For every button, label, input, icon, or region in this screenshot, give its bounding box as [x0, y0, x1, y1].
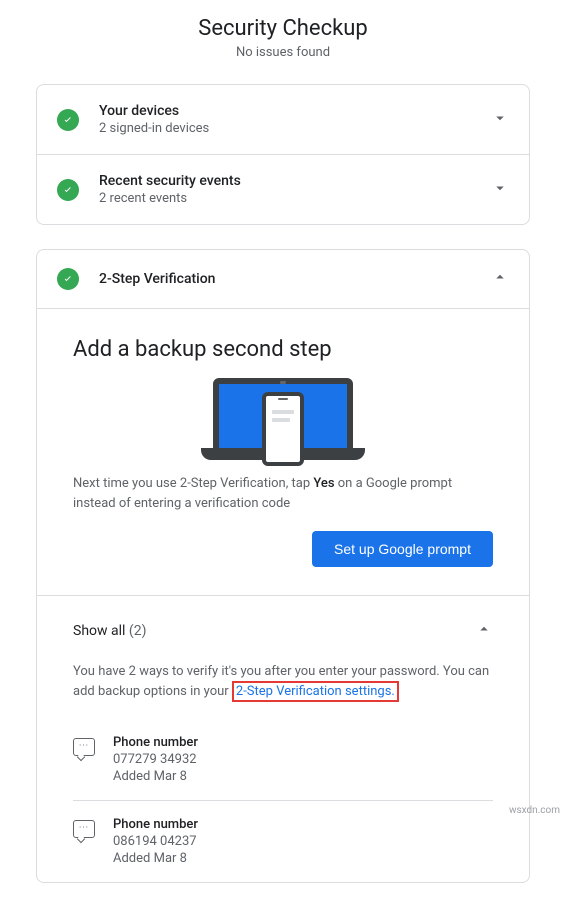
backup-description: Next time you use 2-Step Verification, t…: [73, 474, 493, 531]
two-step-header-row[interactable]: 2-Step Verification: [37, 250, 529, 309]
chevron-up-icon: [491, 268, 509, 290]
summary-card: Your devices 2 signed-in devices Recent …: [36, 84, 530, 225]
ways-description: You have 2 ways to verify it's you after…: [37, 656, 529, 719]
check-icon: [57, 179, 79, 201]
twostep-title: 2-Step Verification: [99, 271, 491, 287]
phone-icon: [262, 392, 304, 466]
entry-added: Added Mar 8: [113, 851, 198, 866]
chevron-up-icon: [475, 620, 493, 642]
your-devices-row[interactable]: Your devices 2 signed-in devices: [37, 85, 529, 155]
setup-google-prompt-button[interactable]: Set up Google prompt: [312, 531, 493, 567]
show-all-row[interactable]: Show all (2): [37, 596, 529, 656]
entry-value: 086194 04237: [113, 834, 198, 849]
backup-entry: ··· Phone number 086194 04237 Added Mar …: [73, 801, 493, 882]
devices-title: Your devices: [99, 103, 491, 119]
chevron-down-icon: [491, 109, 509, 131]
chevron-down-icon: [491, 179, 509, 201]
entry-added: Added Mar 8: [113, 769, 198, 784]
show-all-label: Show all (2): [73, 623, 146, 639]
page-subtitle: No issues found: [0, 45, 566, 60]
recent-events-row[interactable]: Recent security events 2 recent events: [37, 155, 529, 224]
watermark: wsxdn.com: [509, 805, 560, 816]
entry-value: 077279 34932: [113, 752, 198, 767]
backup-heading: Add a backup second step: [73, 337, 493, 362]
check-icon: [57, 109, 79, 131]
backup-entry: ··· Phone number 077279 34932 Added Mar …: [73, 719, 493, 801]
sms-icon: ···: [73, 820, 95, 838]
page-header: Security Checkup No issues found: [0, 0, 566, 84]
devices-illustration: [73, 370, 493, 474]
events-title: Recent security events: [99, 173, 491, 189]
two-step-card: 2-Step Verification Add a backup second …: [36, 249, 530, 883]
events-subtitle: 2 recent events: [99, 191, 491, 206]
page-title: Security Checkup: [0, 16, 566, 41]
entry-title: Phone number: [113, 817, 198, 832]
two-step-settings-link[interactable]: 2-Step Verification settings.: [232, 681, 399, 702]
sms-icon: ···: [73, 738, 95, 756]
backup-panel: Add a backup second step Next time you u…: [37, 309, 529, 596]
entry-title: Phone number: [113, 735, 198, 750]
check-icon: [57, 268, 79, 290]
devices-subtitle: 2 signed-in devices: [99, 121, 491, 136]
